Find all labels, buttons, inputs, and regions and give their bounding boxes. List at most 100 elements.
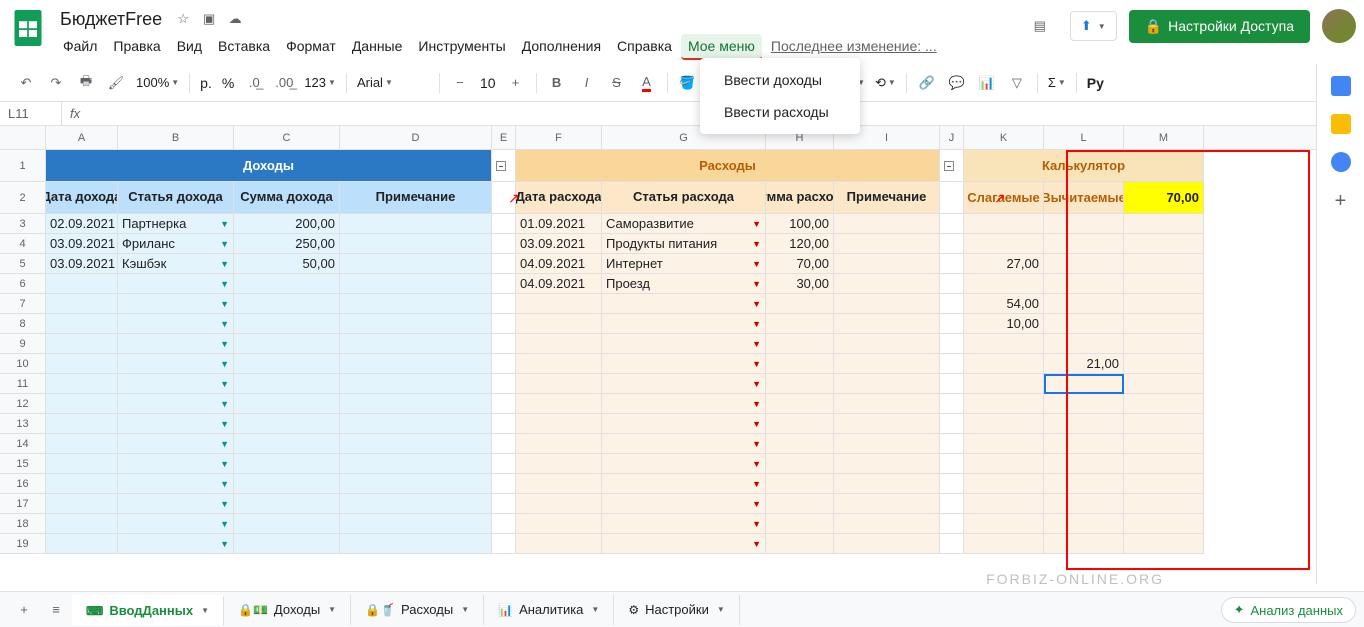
redo-icon[interactable]: ↷	[42, 69, 70, 97]
cell[interactable]	[940, 274, 964, 294]
cell[interactable]: Примечание	[340, 182, 492, 214]
cell[interactable]	[46, 414, 118, 434]
cell[interactable]	[766, 354, 834, 374]
cell[interactable]: Расходы	[516, 150, 940, 182]
menu-help[interactable]: Справка	[610, 34, 679, 60]
cell[interactable]	[492, 274, 516, 294]
cell[interactable]	[834, 474, 940, 494]
cell[interactable]	[46, 394, 118, 414]
cell[interactable]	[834, 374, 940, 394]
menu-insert[interactable]: Вставка	[211, 34, 277, 60]
cell[interactable]	[1044, 294, 1124, 314]
cell[interactable]	[492, 234, 516, 254]
cell[interactable]	[964, 354, 1044, 374]
cell[interactable]: ▼	[118, 394, 234, 414]
cell[interactable]	[1124, 294, 1204, 314]
more-formats[interactable]: 123▼	[300, 75, 340, 90]
cell[interactable]: Вычитаемые	[1044, 182, 1124, 214]
cell[interactable]	[964, 514, 1044, 534]
cell[interactable]	[492, 334, 516, 354]
cell[interactable]: ▼	[118, 354, 234, 374]
cell[interactable]: ▼	[602, 374, 766, 394]
cell[interactable]	[340, 314, 492, 334]
cell[interactable]: 120,00	[766, 234, 834, 254]
paint-format-icon[interactable]: 🖌	[102, 69, 130, 97]
cell[interactable]	[340, 354, 492, 374]
cell[interactable]: ▼	[602, 414, 766, 434]
font-dropdown[interactable]: Arial▼	[353, 75, 433, 90]
col-F[interactable]: F	[516, 126, 602, 149]
cell[interactable]: ▼	[602, 454, 766, 474]
cell[interactable]	[766, 494, 834, 514]
cell[interactable]	[766, 454, 834, 474]
cell[interactable]: 10,00	[964, 314, 1044, 334]
explore-button[interactable]: ✦ Анализ данных	[1221, 597, 1356, 623]
cell[interactable]	[340, 394, 492, 414]
cell[interactable]	[492, 534, 516, 554]
menu-file[interactable]: Файл	[56, 34, 104, 60]
row-16[interactable]: 16	[0, 474, 46, 494]
cell[interactable]	[1124, 454, 1204, 474]
avatar[interactable]	[1322, 9, 1356, 43]
cell[interactable]: Примечание	[834, 182, 940, 214]
cell[interactable]	[964, 274, 1044, 294]
cell[interactable]: Продукты питания▼	[602, 234, 766, 254]
cell[interactable]: Слагаемые	[964, 182, 1044, 214]
cell[interactable]	[340, 414, 492, 434]
cell[interactable]	[766, 514, 834, 534]
cell[interactable]	[492, 434, 516, 454]
group-toggle-income[interactable]	[496, 161, 506, 171]
cell[interactable]	[340, 454, 492, 474]
cell[interactable]	[492, 354, 516, 374]
cell[interactable]: Дата расхода	[516, 182, 602, 214]
filter-icon[interactable]: ▽	[1003, 69, 1031, 97]
cell[interactable]	[340, 294, 492, 314]
cell[interactable]	[834, 254, 940, 274]
cell[interactable]	[492, 494, 516, 514]
cell[interactable]	[492, 394, 516, 414]
cell[interactable]	[834, 334, 940, 354]
row-9[interactable]: 9	[0, 334, 46, 354]
cell[interactable]	[1124, 414, 1204, 434]
cell[interactable]	[340, 434, 492, 454]
cell[interactable]	[46, 534, 118, 554]
cell[interactable]: ▼	[118, 294, 234, 314]
cell[interactable]	[940, 294, 964, 314]
add-sheet-button[interactable]: +	[8, 595, 40, 625]
cell[interactable]	[340, 534, 492, 554]
cell[interactable]: Статья дохода	[118, 182, 234, 214]
cell[interactable]	[516, 514, 602, 534]
cell[interactable]	[964, 374, 1044, 394]
tab-Расходы[interactable]: 🔒🥤Расходы▼	[351, 595, 484, 625]
cell[interactable]	[340, 474, 492, 494]
cell[interactable]: 03.09.2021	[46, 254, 118, 274]
col-C[interactable]: C	[234, 126, 340, 149]
cell[interactable]	[234, 274, 340, 294]
col-B[interactable]: B	[118, 126, 234, 149]
cell[interactable]	[834, 534, 940, 554]
cell[interactable]	[1044, 434, 1124, 454]
last-edit[interactable]: Последнее изменение: ...	[764, 34, 944, 60]
cell[interactable]	[234, 474, 340, 494]
cell[interactable]	[46, 334, 118, 354]
row-19[interactable]: 19	[0, 534, 46, 554]
cell[interactable]	[492, 514, 516, 534]
cell[interactable]	[834, 234, 940, 254]
cell[interactable]	[234, 514, 340, 534]
cell[interactable]: 50,00	[234, 254, 340, 274]
inc-decimal-icon[interactable]: .00̲	[270, 69, 298, 97]
row-2[interactable]: 2	[0, 182, 46, 214]
cell[interactable]	[964, 534, 1044, 554]
cell[interactable]: ▼	[118, 374, 234, 394]
cell[interactable]	[516, 494, 602, 514]
cell[interactable]	[834, 314, 940, 334]
currency-button[interactable]: р.	[196, 75, 216, 91]
cell[interactable]: Интернет▼	[602, 254, 766, 274]
cell[interactable]	[492, 474, 516, 494]
row-12[interactable]: 12	[0, 394, 46, 414]
link-icon[interactable]: 🔗	[913, 69, 941, 97]
cell[interactable]: ▼	[118, 314, 234, 334]
addons-plus-icon[interactable]: +	[1335, 190, 1347, 213]
cell[interactable]: ▼	[118, 414, 234, 434]
cell[interactable]	[234, 314, 340, 334]
